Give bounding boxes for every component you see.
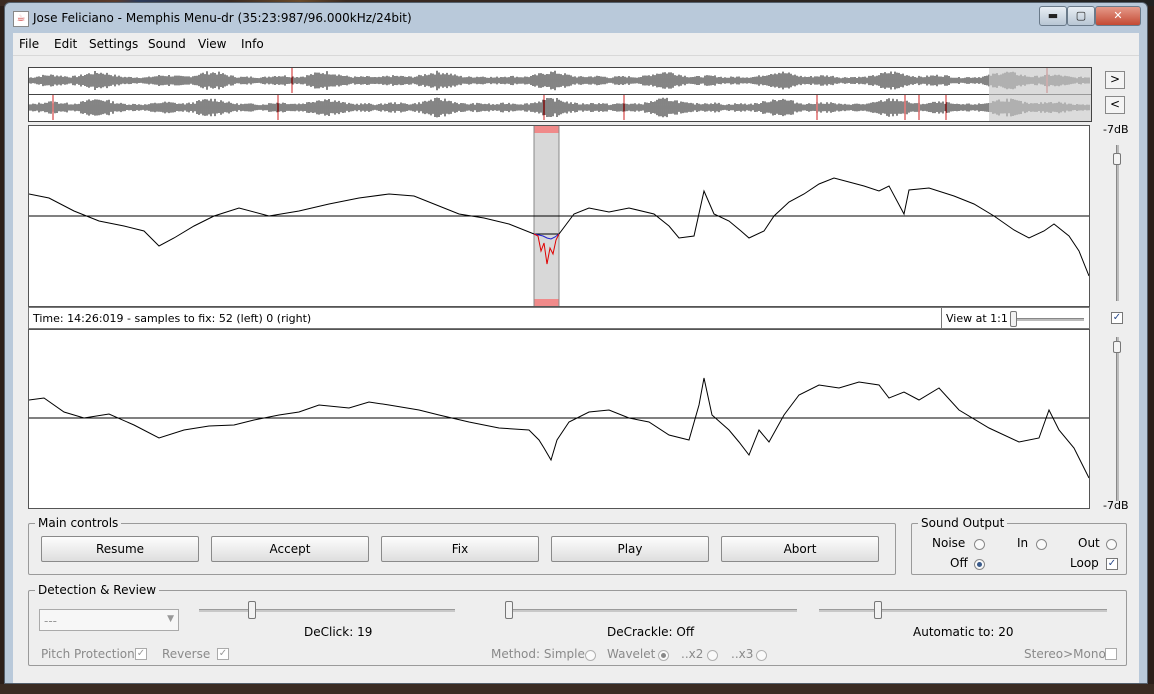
left-gain-slider-track[interactable] bbox=[1116, 145, 1119, 301]
accept-button[interactable]: Accept bbox=[211, 536, 369, 562]
link-channels-checkbox[interactable]: ✓ bbox=[1111, 312, 1123, 324]
scroll-back-button[interactable]: < bbox=[1105, 96, 1125, 114]
left-gain-slider-thumb[interactable] bbox=[1113, 153, 1121, 165]
app-window: ☕ Jose Feliciano - Memphis Menu-dr (35:2… bbox=[4, 2, 1148, 684]
noise-label: Noise bbox=[932, 536, 966, 550]
x2-radio[interactable] bbox=[707, 650, 718, 661]
selection-marker-bottom bbox=[534, 299, 559, 306]
resume-button[interactable]: Resume bbox=[41, 536, 199, 562]
chevron-down-icon: ▼ bbox=[167, 614, 174, 624]
preset-dropdown[interactable]: --- ▼ bbox=[39, 609, 179, 631]
detection-review-title: Detection & Review bbox=[35, 583, 160, 597]
wavelet-label: Wavelet bbox=[607, 647, 656, 661]
noise-radio[interactable] bbox=[974, 539, 985, 550]
x2-label: ..x2 bbox=[681, 647, 704, 661]
selection-marker-top bbox=[534, 126, 559, 133]
right-waveform-graphic bbox=[28, 377, 1090, 479]
overview-left-channel bbox=[29, 68, 1090, 93]
right-channel-waveform[interactable] bbox=[28, 329, 1090, 509]
menu-settings[interactable]: Settings bbox=[89, 37, 138, 51]
title-bar[interactable]: ☕ Jose Feliciano - Memphis Menu-dr (35:2… bbox=[5, 3, 1147, 33]
right-gain-slider-track[interactable] bbox=[1116, 337, 1119, 501]
stereo-mono-checkbox[interactable] bbox=[1105, 648, 1117, 660]
declick-slider-track[interactable] bbox=[199, 609, 455, 612]
menu-edit[interactable]: Edit bbox=[54, 37, 77, 51]
view-zoom-label: View at 1:1 bbox=[946, 312, 1008, 325]
left-waveform-graphic bbox=[28, 126, 1090, 306]
fix-button[interactable]: Fix bbox=[381, 536, 539, 562]
menu-info[interactable]: Info bbox=[241, 37, 264, 51]
overview-right-channel bbox=[29, 95, 1090, 120]
in-radio[interactable] bbox=[1036, 539, 1047, 550]
main-controls-group: Main controls Resume Accept Fix Play Abo… bbox=[28, 516, 896, 575]
decrackle-slider-track[interactable] bbox=[507, 609, 797, 612]
sound-output-title: Sound Output bbox=[918, 516, 1008, 530]
automatic-label: Automatic to: 20 bbox=[913, 625, 1014, 639]
view-zoom-control: View at 1:1 bbox=[941, 308, 1090, 328]
off-radio[interactable] bbox=[974, 559, 985, 570]
top-db-label: -7dB bbox=[1103, 123, 1129, 136]
status-time-text: Time: 14:26:019 - samples to fix: 52 (le… bbox=[33, 312, 312, 325]
stereo-mono-label: Stereo>Mono bbox=[1024, 647, 1106, 661]
out-radio[interactable] bbox=[1106, 539, 1117, 550]
zoom-slider-thumb[interactable] bbox=[1010, 311, 1017, 327]
automatic-slider-thumb[interactable] bbox=[874, 601, 882, 619]
main-controls-title: Main controls bbox=[35, 516, 122, 530]
java-app-icon: ☕ bbox=[13, 11, 29, 27]
abort-button[interactable]: Abort bbox=[721, 536, 879, 562]
right-gain-slider-thumb[interactable] bbox=[1113, 341, 1121, 353]
loop-label: Loop bbox=[1070, 556, 1099, 570]
window-controls: ▬ ▢ ✕ bbox=[1039, 6, 1141, 26]
preset-value: --- bbox=[44, 614, 57, 628]
declick-label: DeClick: 19 bbox=[304, 625, 373, 639]
declick-slider-thumb[interactable] bbox=[248, 601, 256, 619]
status-bar: Time: 14:26:019 - samples to fix: 52 (le… bbox=[28, 307, 1090, 329]
pitch-protection-label: Pitch Protection bbox=[41, 647, 135, 661]
window-title: Jose Feliciano - Memphis Menu-dr (35:23:… bbox=[33, 11, 412, 25]
play-button[interactable]: Play bbox=[551, 536, 709, 562]
scroll-forward-button[interactable]: > bbox=[1105, 71, 1125, 89]
client-area: File Edit Settings Sound View Info > < -… bbox=[13, 33, 1139, 683]
left-channel-waveform[interactable] bbox=[28, 125, 1090, 307]
out-label: Out bbox=[1078, 536, 1100, 550]
minimize-button[interactable]: ▬ bbox=[1039, 6, 1067, 26]
reverse-label: Reverse bbox=[162, 647, 211, 661]
desktop-taskbar-strip bbox=[0, 684, 1154, 694]
right-waveform-line bbox=[28, 377, 1090, 479]
track-overview[interactable] bbox=[28, 67, 1092, 122]
bottom-db-label: -7dB bbox=[1103, 499, 1129, 512]
overview-unprocessed-region bbox=[989, 68, 1091, 121]
x3-label: ..x3 bbox=[731, 647, 754, 661]
method-simple-radio[interactable] bbox=[585, 650, 596, 661]
decrackle-label: DeCrackle: Off bbox=[607, 625, 695, 639]
automatic-slider-track[interactable] bbox=[819, 609, 1107, 612]
menu-file[interactable]: File bbox=[19, 37, 39, 51]
x3-radio[interactable] bbox=[756, 650, 767, 661]
menu-bar: File Edit Settings Sound View Info bbox=[13, 33, 1139, 56]
maximize-button[interactable]: ▢ bbox=[1067, 6, 1095, 26]
zoom-slider-track[interactable] bbox=[1012, 318, 1084, 321]
method-simple-label: Method: Simple bbox=[491, 647, 585, 661]
reverse-checkbox[interactable]: ✓ bbox=[217, 648, 229, 660]
menu-view[interactable]: View bbox=[198, 37, 226, 51]
close-button[interactable]: ✕ bbox=[1095, 6, 1141, 26]
loop-checkbox[interactable]: ✓ bbox=[1106, 558, 1118, 570]
off-label: Off bbox=[950, 556, 968, 570]
menu-sound[interactable]: Sound bbox=[148, 37, 186, 51]
wavelet-radio[interactable] bbox=[658, 650, 669, 661]
in-label: In bbox=[1017, 536, 1029, 550]
sound-output-group: Sound Output Noise In Out Off Loop ✓ bbox=[911, 516, 1127, 575]
decrackle-slider-thumb[interactable] bbox=[505, 601, 513, 619]
pitch-protection-checkbox[interactable]: ✓ bbox=[135, 648, 147, 660]
detection-review-group: Detection & Review --- ▼ DeClick: 19 DeC… bbox=[28, 583, 1127, 666]
